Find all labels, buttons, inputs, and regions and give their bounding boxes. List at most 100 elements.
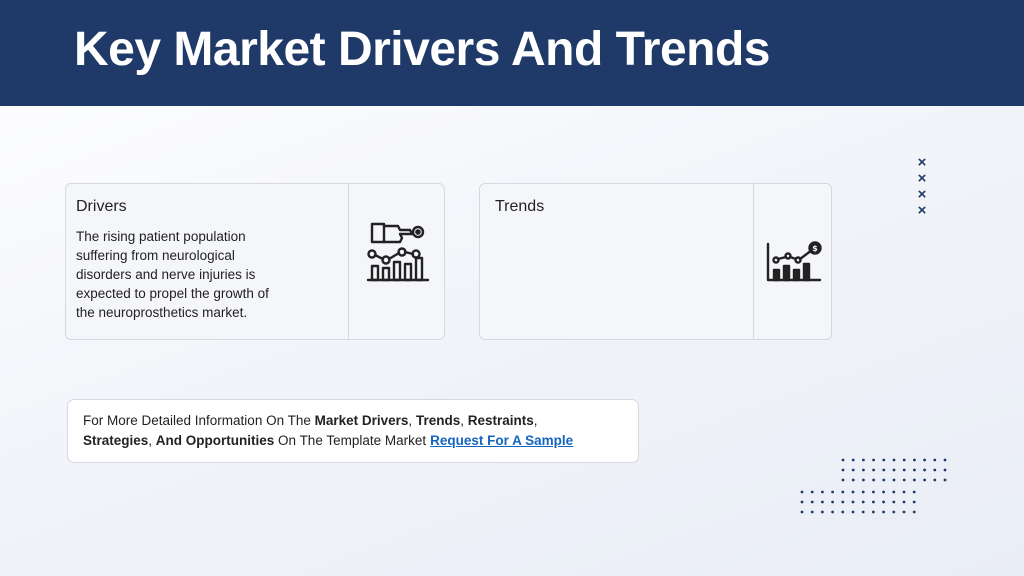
hand-graph-icon bbox=[364, 218, 432, 291]
dot bbox=[851, 500, 855, 504]
dot bbox=[810, 510, 814, 514]
dot bbox=[851, 478, 855, 482]
drivers-heading: Drivers bbox=[76, 198, 127, 215]
dot bbox=[892, 510, 896, 514]
dot bbox=[861, 500, 865, 504]
header-banner: Key Market Drivers And Trends bbox=[0, 0, 1024, 106]
x-marks-decoration: × × × × bbox=[914, 155, 930, 219]
dot bbox=[902, 510, 906, 514]
dot bbox=[851, 468, 855, 472]
info-bold-opportunities: And Opportunities bbox=[155, 433, 275, 448]
dot bbox=[872, 510, 875, 514]
dot bbox=[902, 468, 906, 472]
dot bbox=[831, 510, 834, 514]
dot bbox=[923, 468, 926, 472]
request-sample-link[interactable]: Request For A Sample bbox=[430, 433, 573, 448]
dot bbox=[872, 478, 875, 482]
dot bbox=[892, 490, 896, 494]
trends-heading: Trends bbox=[495, 198, 545, 215]
dot bbox=[933, 458, 937, 462]
dot bbox=[831, 500, 834, 504]
dot bbox=[882, 510, 885, 514]
dot bbox=[872, 500, 875, 504]
dot-grid-decoration bbox=[800, 490, 916, 514]
dot bbox=[912, 490, 916, 494]
info-bold-restraints: Restraints bbox=[467, 413, 534, 428]
info-separator: , bbox=[533, 413, 538, 428]
dot bbox=[821, 500, 824, 504]
dot bbox=[933, 468, 937, 472]
dot bbox=[851, 510, 855, 514]
info-text: On The Template Market bbox=[274, 433, 427, 448]
dot bbox=[892, 500, 896, 504]
dot bbox=[923, 458, 926, 462]
dot bbox=[841, 510, 845, 514]
info-text: For More Detailed Information On The bbox=[83, 413, 315, 428]
dot bbox=[943, 468, 947, 472]
drivers-body: The rising patient population suffering … bbox=[76, 229, 269, 320]
dot bbox=[861, 510, 865, 514]
dot bbox=[882, 458, 886, 462]
drivers-card: Drivers The rising patient population su… bbox=[65, 183, 445, 340]
dot bbox=[943, 478, 947, 482]
dot bbox=[861, 490, 865, 494]
dot bbox=[882, 490, 885, 494]
page-title: Key Market Drivers And Trends bbox=[74, 23, 770, 76]
info-separator: , bbox=[148, 433, 156, 448]
x-mark-icon: × bbox=[917, 170, 927, 187]
info-box: For More Detailed Information On The Mar… bbox=[67, 399, 639, 463]
dot bbox=[821, 490, 824, 494]
dot bbox=[882, 468, 886, 472]
dot bbox=[913, 468, 916, 472]
info-separator: , bbox=[408, 413, 416, 428]
dot bbox=[902, 490, 906, 494]
dot bbox=[851, 458, 855, 462]
dot bbox=[810, 500, 814, 504]
dot bbox=[841, 478, 845, 482]
dot bbox=[841, 490, 845, 494]
trends-divider bbox=[753, 184, 754, 339]
dot bbox=[882, 478, 886, 482]
info-bold-strategies: Strategies bbox=[83, 433, 149, 448]
info-bold-market-drivers: Market Drivers bbox=[314, 413, 409, 428]
dot bbox=[913, 458, 916, 462]
dot bbox=[882, 500, 885, 504]
info-line-1: For More Detailed Information On The Mar… bbox=[83, 411, 638, 431]
dot bbox=[851, 490, 855, 494]
dot bbox=[892, 478, 896, 482]
dot bbox=[943, 458, 947, 462]
dot bbox=[892, 468, 896, 472]
dot-grid-decoration bbox=[841, 458, 947, 482]
dot bbox=[862, 478, 865, 482]
dot bbox=[902, 478, 906, 482]
dot bbox=[821, 510, 824, 514]
x-mark-icon: × bbox=[917, 186, 927, 203]
dot bbox=[933, 478, 937, 482]
dot bbox=[872, 458, 875, 462]
dot bbox=[872, 468, 875, 472]
dot bbox=[831, 490, 834, 494]
trends-card: Trends $ bbox=[479, 183, 832, 340]
dot bbox=[912, 510, 916, 514]
dot bbox=[912, 500, 916, 504]
dot bbox=[923, 478, 926, 482]
x-mark-icon: × bbox=[917, 202, 927, 219]
dot bbox=[913, 478, 916, 482]
dot bbox=[841, 500, 845, 504]
dot bbox=[810, 490, 814, 494]
dot bbox=[892, 458, 896, 462]
info-line-2: Strategies, And Opportunities On The Tem… bbox=[83, 431, 638, 451]
dot bbox=[862, 458, 865, 462]
dot bbox=[800, 490, 804, 494]
svg-text:$: $ bbox=[812, 244, 818, 253]
x-mark-icon: × bbox=[917, 154, 927, 171]
info-separator: , bbox=[460, 413, 468, 428]
dot bbox=[862, 468, 865, 472]
dot bbox=[872, 490, 875, 494]
dot bbox=[800, 510, 804, 514]
dot bbox=[800, 500, 804, 504]
growth-chart-dollar-icon: $ bbox=[764, 240, 822, 289]
dot bbox=[841, 468, 845, 472]
dot bbox=[841, 458, 845, 462]
info-bold-trends: Trends bbox=[415, 413, 461, 428]
